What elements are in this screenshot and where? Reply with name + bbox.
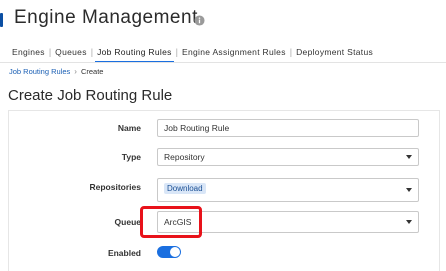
breadcrumb-current: Create xyxy=(80,67,104,76)
left-accent-bar xyxy=(0,13,3,27)
tab-deployment-status[interactable]: Deployment Status xyxy=(292,43,377,61)
type-select[interactable]: Repository xyxy=(157,148,419,166)
tab-bar: Engines | Queues | Job Routing Rules | E… xyxy=(8,42,377,63)
app-title: Engine Management xyxy=(14,7,198,28)
chevron-down-icon xyxy=(406,188,412,192)
enabled-label: Enabled xyxy=(107,248,141,258)
page-title: Create Job Routing Rule xyxy=(8,87,173,104)
breadcrumb: Job Routing Rules › Create xyxy=(9,67,103,76)
repositories-select[interactable]: Download xyxy=(157,178,419,202)
tab-job-routing-rules[interactable]: Job Routing Rules xyxy=(93,43,176,63)
queue-highlight-annotation xyxy=(140,206,202,238)
repositories-label: Repositories xyxy=(89,182,142,192)
queue-label: Queue xyxy=(114,217,141,227)
info-icon[interactable] xyxy=(194,15,205,26)
type-select-value: Repository xyxy=(164,152,205,162)
tab-bar-divider xyxy=(0,62,446,63)
enabled-toggle[interactable] xyxy=(157,246,181,258)
chevron-right-icon: › xyxy=(74,67,77,76)
name-field[interactable]: Job Routing Rule xyxy=(157,119,419,137)
name-label: Name xyxy=(117,123,141,133)
repository-chip-download[interactable]: Download xyxy=(164,183,206,194)
name-field-value: Job Routing Rule xyxy=(164,123,230,133)
chevron-down-icon xyxy=(406,220,412,224)
tab-engine-assignment-rules[interactable]: Engine Assignment Rules xyxy=(178,43,290,61)
app-header: Engine Management xyxy=(0,0,446,40)
tab-queues[interactable]: Queues xyxy=(51,43,91,61)
tab-engines[interactable]: Engines xyxy=(8,43,49,61)
chevron-down-icon xyxy=(406,155,412,159)
breadcrumb-link-job-routing-rules[interactable]: Job Routing Rules xyxy=(9,67,70,76)
type-label: Type xyxy=(121,152,141,162)
toggle-knob xyxy=(170,247,180,257)
